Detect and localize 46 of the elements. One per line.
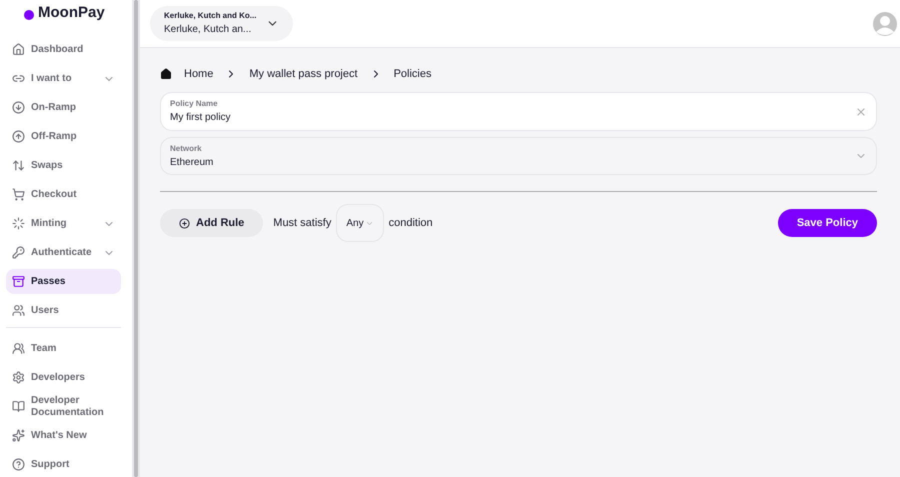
sidebar-item[interactable]: Checkout [6, 182, 121, 207]
dotted-circle-icon [12, 217, 25, 230]
match-select[interactable]: Any [336, 204, 384, 242]
sidebar-item[interactable]: Off-Ramp [6, 124, 121, 149]
settings-icon [12, 371, 25, 384]
users-icon [12, 304, 25, 317]
swap-arrows-icon [12, 159, 25, 172]
breadcrumb-link[interactable]: My wallet pass project [249, 66, 358, 82]
sidebar-item[interactable]: Minting [6, 211, 121, 236]
sidebar-item[interactable]: Swaps [6, 153, 121, 178]
network-select[interactable]: Network Ethereum [160, 137, 877, 175]
plus-circle-icon [179, 218, 190, 228]
account-switcher[interactable]: Kerluke, Kutch and Ko... Kerluke, Kutch an... [150, 6, 294, 41]
sidebar-item[interactable]: Developer Documentation [6, 394, 121, 419]
breadcrumb-link[interactable]: Policies [394, 66, 432, 82]
sidebar-item[interactable]: On-Ramp [6, 95, 121, 120]
cart-icon [12, 188, 25, 201]
sidebar-item[interactable]: Passes [6, 269, 121, 294]
down-arrow-circle-icon [12, 101, 25, 114]
sidebar-item[interactable]: Dashboard [6, 37, 121, 62]
up-arrow-circle-icon [12, 130, 25, 143]
add-rule-button[interactable]: Add Rule [160, 209, 264, 237]
save-policy-button[interactable]: Save Policy [778, 209, 877, 237]
sidebar-item[interactable]: Team [6, 336, 121, 361]
sidebar-item[interactable]: What's New [6, 423, 121, 448]
help-icon [12, 458, 25, 471]
book-icon [12, 400, 25, 413]
condition-prefix: Must satisfy [273, 216, 332, 231]
sidebar-item[interactable]: Support [6, 452, 121, 477]
condition-suffix: condition [388, 216, 433, 231]
team-icon [12, 342, 25, 355]
scrollbar[interactable] [132, 0, 140, 477]
home-icon [12, 43, 25, 56]
sidebar-item[interactable]: I want to [6, 66, 121, 91]
sidebar-item[interactable]: Users [6, 298, 121, 323]
key-icon [12, 246, 25, 259]
policy-name-field[interactable]: Policy Name My first policy [160, 92, 877, 131]
close-icon[interactable] [855, 106, 867, 118]
avatar-icon[interactable] [872, 10, 898, 36]
sidebar-item[interactable]: Authenticate [6, 240, 121, 265]
home-icon [160, 68, 172, 80]
box-icon [12, 275, 25, 288]
brand-name: MoonPay [38, 3, 105, 24]
sparkles-icon [12, 429, 25, 442]
sidebar-item[interactable]: Developers [6, 365, 121, 390]
breadcrumb-link[interactable]: Home [184, 66, 214, 82]
